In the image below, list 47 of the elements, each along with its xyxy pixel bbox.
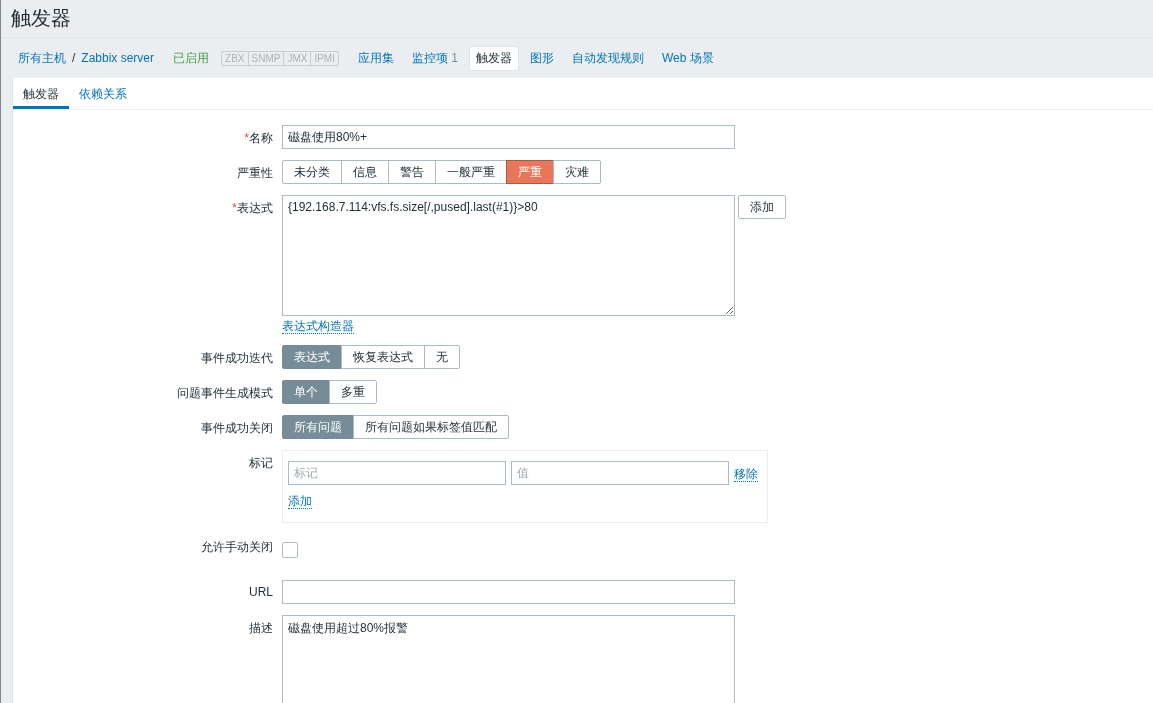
nav-tab[interactable]: 触发器 bbox=[469, 45, 519, 71]
nav-tab[interactable]: 图形 bbox=[523, 45, 561, 71]
breadcrumb-link[interactable]: Zabbix server bbox=[81, 51, 155, 65]
expression-field[interactable]: {192.168.7.114:vfs.fs.size[/,pused].last(#1)}>80 bbox=[282, 195, 735, 316]
page-title: 触发器 bbox=[11, 6, 71, 31]
status-label: 已启用 bbox=[173, 49, 210, 67]
segment-button[interactable]: 恢复表达式 bbox=[341, 345, 425, 369]
field-label: 标记 bbox=[249, 456, 273, 470]
availability-label: ZBX bbox=[224, 51, 246, 65]
text-field[interactable] bbox=[282, 580, 735, 604]
availability-label: JMX bbox=[283, 51, 311, 65]
segment-button[interactable]: 无 bbox=[424, 345, 460, 369]
nav-tab[interactable]: 自动发现规则 bbox=[565, 45, 651, 71]
field-label: 允许手动关闭 bbox=[201, 540, 273, 554]
expression-builder-link[interactable]: 表达式构造器 bbox=[282, 319, 354, 334]
nav-tab[interactable]: Web 场景 bbox=[655, 45, 721, 71]
availability-label: IPMI bbox=[310, 51, 338, 65]
segment-button[interactable]: 一般严重 bbox=[435, 160, 507, 184]
availability-label: SNMP bbox=[247, 51, 284, 65]
checkbox[interactable] bbox=[282, 542, 298, 558]
breadcrumb-link[interactable]: 所有主机 bbox=[18, 49, 66, 67]
segment-button[interactable]: 所有问题如果标签值匹配 bbox=[353, 415, 509, 439]
tag-value-field[interactable]: 值 bbox=[511, 461, 729, 485]
segment-button[interactable]: 灾难 bbox=[553, 160, 601, 184]
text-field[interactable]: 磁盘使用80%+ bbox=[282, 125, 735, 149]
nav-tab[interactable]: 监控项 1 bbox=[404, 45, 465, 71]
breadcrumb-separator: / bbox=[72, 51, 76, 65]
field-label: 严重性 bbox=[237, 166, 273, 180]
field-label: URL bbox=[249, 585, 273, 599]
description-field[interactable]: 磁盘使用超过80%报警 bbox=[282, 615, 735, 703]
field-label: 事件成功迭代 bbox=[201, 351, 273, 365]
field-label: 问题事件生成模式 bbox=[177, 386, 273, 400]
form-tab[interactable]: 依赖关系 bbox=[69, 78, 137, 109]
field-label: *表达式 bbox=[232, 201, 273, 215]
segment-button[interactable]: 警告 bbox=[388, 160, 436, 184]
field-label: 描述 bbox=[249, 621, 273, 635]
add-link[interactable]: 添加 bbox=[288, 494, 312, 509]
field-label: 事件成功关闭 bbox=[201, 421, 273, 435]
segment-button[interactable]: 未分类 bbox=[282, 160, 342, 184]
segment-button[interactable]: 信息 bbox=[341, 160, 389, 184]
add-button[interactable]: 添加 bbox=[738, 195, 786, 219]
remove-link[interactable]: 移除 bbox=[734, 467, 758, 482]
field-label: *名称 bbox=[244, 131, 273, 145]
tag-name-field[interactable]: 标记 bbox=[288, 461, 506, 485]
form-tab[interactable]: 触发器 bbox=[13, 78, 69, 109]
nav-tab[interactable]: 应用集 bbox=[350, 45, 401, 71]
segment-button[interactable]: 多重 bbox=[329, 380, 377, 404]
